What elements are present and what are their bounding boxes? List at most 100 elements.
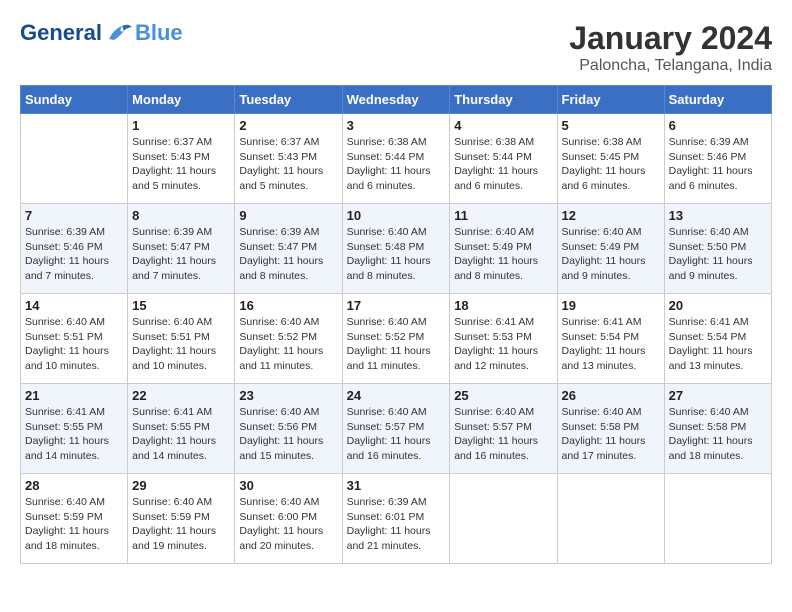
calendar-cell: 7 Sunrise: 6:39 AMSunset: 5:46 PMDaylight… bbox=[21, 204, 128, 294]
calendar-week-row: 7 Sunrise: 6:39 AMSunset: 5:46 PMDaylight… bbox=[21, 204, 772, 294]
day-info: Sunrise: 6:39 AMSunset: 5:46 PMDaylight:… bbox=[669, 135, 767, 194]
day-info: Sunrise: 6:40 AMSunset: 5:48 PMDaylight:… bbox=[347, 225, 446, 284]
day-info: Sunrise: 6:41 AMSunset: 5:53 PMDaylight:… bbox=[454, 315, 552, 374]
calendar-cell: 31 Sunrise: 6:39 AMSunset: 6:01 PMDayligh… bbox=[342, 474, 450, 564]
calendar-cell: 8 Sunrise: 6:39 AMSunset: 5:47 PMDaylight… bbox=[128, 204, 235, 294]
calendar-table: SundayMondayTuesdayWednesdayThursdayFrid… bbox=[20, 85, 772, 564]
day-number: 24 bbox=[347, 388, 446, 403]
header-cell-wednesday: Wednesday bbox=[342, 86, 450, 114]
calendar-cell: 4Sunrise: 6:38 AMSunset: 5:44 PMDaylight… bbox=[450, 114, 557, 204]
day-info: Sunrise: 6:38 AMSunset: 5:45 PMDaylight:… bbox=[562, 135, 660, 194]
day-number: 30 bbox=[239, 478, 337, 493]
calendar-cell: 27Sunrise: 6:40 AMSunset: 5:58 PMDayligh… bbox=[664, 384, 771, 474]
day-number: 10 bbox=[347, 208, 446, 223]
calendar-cell: 15Sunrise: 6:40 AMSunset: 5:51 PMDayligh… bbox=[128, 294, 235, 384]
day-info: Sunrise: 6:40 AMSunset: 5:50 PMDaylight:… bbox=[669, 225, 767, 284]
calendar-cell: 12Sunrise: 6:40 AMSunset: 5:49 PMDayligh… bbox=[557, 204, 664, 294]
calendar-cell: 25Sunrise: 6:40 AMSunset: 5:57 PMDayligh… bbox=[450, 384, 557, 474]
logo: General Blue bbox=[20, 20, 183, 46]
header-cell-friday: Friday bbox=[557, 86, 664, 114]
day-info: Sunrise: 6:41 AMSunset: 5:55 PMDaylight:… bbox=[132, 405, 230, 464]
logo-bird-icon bbox=[104, 21, 134, 46]
header-cell-thursday: Thursday bbox=[450, 86, 557, 114]
day-number: 14 bbox=[25, 298, 123, 313]
page-title: January 2024 bbox=[569, 20, 772, 57]
calendar-cell: 3 Sunrise: 6:38 AMSunset: 5:44 PMDaylight… bbox=[342, 114, 450, 204]
day-number: 23 bbox=[239, 388, 337, 403]
header-cell-monday: Monday bbox=[128, 86, 235, 114]
day-info: Sunrise: 6:39 AMSunset: 5:46 PMDaylight:… bbox=[25, 225, 123, 284]
day-info: Sunrise: 6:41 AMSunset: 5:54 PMDaylight:… bbox=[669, 315, 767, 374]
day-info: Sunrise: 6:41 AMSunset: 5:55 PMDaylight:… bbox=[25, 405, 123, 464]
day-number: 3 bbox=[347, 118, 446, 133]
calendar-body: 1 Sunrise: 6:37 AMSunset: 5:43 PMDaylight… bbox=[21, 114, 772, 564]
calendar-cell: 16 Sunrise: 6:40 AMSunset: 5:52 PMDayligh… bbox=[235, 294, 342, 384]
calendar-cell: 2 Sunrise: 6:37 AMSunset: 5:43 PMDaylight… bbox=[235, 114, 342, 204]
day-info: Sunrise: 6:40 AMSunset: 5:58 PMDaylight:… bbox=[562, 405, 660, 464]
day-number: 27 bbox=[669, 388, 767, 403]
day-number: 9 bbox=[239, 208, 337, 223]
calendar-cell: 30 Sunrise: 6:40 AMSunset: 6:00 PMDayligh… bbox=[235, 474, 342, 564]
day-number: 16 bbox=[239, 298, 337, 313]
day-number: 7 bbox=[25, 208, 123, 223]
title-block: January 2024 Paloncha, Telangana, India bbox=[569, 20, 772, 75]
day-number: 12 bbox=[562, 208, 660, 223]
calendar-cell bbox=[664, 474, 771, 564]
day-number: 26 bbox=[562, 388, 660, 403]
calendar-cell bbox=[450, 474, 557, 564]
calendar-cell: 24Sunrise: 6:40 AMSunset: 5:57 PMDayligh… bbox=[342, 384, 450, 474]
day-info: Sunrise: 6:40 AMSunset: 5:52 PMDaylight:… bbox=[239, 315, 337, 374]
day-number: 1 bbox=[132, 118, 230, 133]
calendar-week-row: 28Sunrise: 6:40 AMSunset: 5:59 PMDayligh… bbox=[21, 474, 772, 564]
calendar-cell: 1 Sunrise: 6:37 AMSunset: 5:43 PMDaylight… bbox=[128, 114, 235, 204]
day-info: Sunrise: 6:37 AMSunset: 5:43 PMDaylight:… bbox=[132, 135, 230, 194]
calendar-week-row: 14 Sunrise: 6:40 AMSunset: 5:51 PMDayligh… bbox=[21, 294, 772, 384]
calendar-cell: 9 Sunrise: 6:39 AMSunset: 5:47 PMDaylight… bbox=[235, 204, 342, 294]
logo-blue: Blue bbox=[135, 20, 183, 46]
logo-general: General bbox=[20, 20, 102, 46]
day-info: Sunrise: 6:40 AMSunset: 5:59 PMDaylight:… bbox=[25, 495, 123, 554]
day-info: Sunrise: 6:40 AMSunset: 5:51 PMDaylight:… bbox=[25, 315, 123, 374]
day-info: Sunrise: 6:41 AMSunset: 5:54 PMDaylight:… bbox=[562, 315, 660, 374]
day-info: Sunrise: 6:40 AMSunset: 5:56 PMDaylight:… bbox=[239, 405, 337, 464]
day-info: Sunrise: 6:38 AMSunset: 5:44 PMDaylight:… bbox=[454, 135, 552, 194]
day-number: 2 bbox=[239, 118, 337, 133]
day-number: 31 bbox=[347, 478, 446, 493]
day-number: 8 bbox=[132, 208, 230, 223]
calendar-header: SundayMondayTuesdayWednesdayThursdayFrid… bbox=[21, 86, 772, 114]
day-info: Sunrise: 6:39 AMSunset: 5:47 PMDaylight:… bbox=[239, 225, 337, 284]
day-number: 18 bbox=[454, 298, 552, 313]
day-number: 21 bbox=[25, 388, 123, 403]
calendar-cell: 14 Sunrise: 6:40 AMSunset: 5:51 PMDayligh… bbox=[21, 294, 128, 384]
calendar-week-row: 1 Sunrise: 6:37 AMSunset: 5:43 PMDaylight… bbox=[21, 114, 772, 204]
day-info: Sunrise: 6:39 AMSunset: 5:47 PMDaylight:… bbox=[132, 225, 230, 284]
header-cell-saturday: Saturday bbox=[664, 86, 771, 114]
page-subtitle: Paloncha, Telangana, India bbox=[569, 57, 772, 75]
page-header: General Blue January 2024 Paloncha, Tela… bbox=[20, 20, 772, 75]
calendar-cell: 22 Sunrise: 6:41 AMSunset: 5:55 PMDayligh… bbox=[128, 384, 235, 474]
day-info: Sunrise: 6:40 AMSunset: 5:51 PMDaylight:… bbox=[132, 315, 230, 374]
day-info: Sunrise: 6:38 AMSunset: 5:44 PMDaylight:… bbox=[347, 135, 446, 194]
calendar-cell bbox=[557, 474, 664, 564]
day-info: Sunrise: 6:37 AMSunset: 5:43 PMDaylight:… bbox=[239, 135, 337, 194]
calendar-cell bbox=[21, 114, 128, 204]
day-number: 11 bbox=[454, 208, 552, 223]
day-number: 6 bbox=[669, 118, 767, 133]
day-info: Sunrise: 6:39 AMSunset: 6:01 PMDaylight:… bbox=[347, 495, 446, 554]
calendar-cell: 29Sunrise: 6:40 AMSunset: 5:59 PMDayligh… bbox=[128, 474, 235, 564]
calendar-cell: 6 Sunrise: 6:39 AMSunset: 5:46 PMDaylight… bbox=[664, 114, 771, 204]
calendar-cell: 23 Sunrise: 6:40 AMSunset: 5:56 PMDayligh… bbox=[235, 384, 342, 474]
day-number: 19 bbox=[562, 298, 660, 313]
day-info: Sunrise: 6:40 AMSunset: 6:00 PMDaylight:… bbox=[239, 495, 337, 554]
day-number: 22 bbox=[132, 388, 230, 403]
calendar-cell: 26 Sunrise: 6:40 AMSunset: 5:58 PMDayligh… bbox=[557, 384, 664, 474]
calendar-cell: 5 Sunrise: 6:38 AMSunset: 5:45 PMDaylight… bbox=[557, 114, 664, 204]
day-info: Sunrise: 6:40 AMSunset: 5:59 PMDaylight:… bbox=[132, 495, 230, 554]
day-number: 5 bbox=[562, 118, 660, 133]
day-number: 20 bbox=[669, 298, 767, 313]
day-number: 17 bbox=[347, 298, 446, 313]
day-info: Sunrise: 6:40 AMSunset: 5:49 PMDaylight:… bbox=[454, 225, 552, 284]
calendar-cell: 20 Sunrise: 6:41 AMSunset: 5:54 PMDayligh… bbox=[664, 294, 771, 384]
calendar-cell: 28Sunrise: 6:40 AMSunset: 5:59 PMDayligh… bbox=[21, 474, 128, 564]
header-row: SundayMondayTuesdayWednesdayThursdayFrid… bbox=[21, 86, 772, 114]
